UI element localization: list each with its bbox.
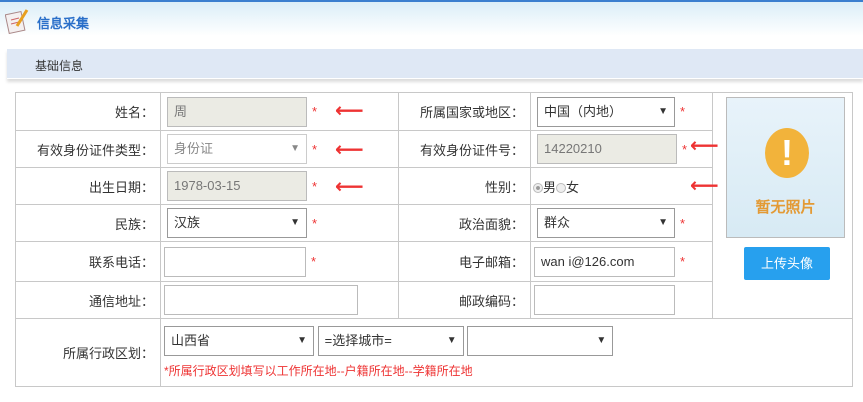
form-edit-icon: [5, 9, 29, 34]
ethnicity-label: 民族：: [15, 204, 161, 242]
header-bar: 信息采集: [0, 0, 863, 36]
postcode-label: 邮政编码：: [398, 281, 531, 319]
dropdown-arrow-icon: ▼: [290, 143, 300, 154]
name-input[interactable]: 周: [167, 96, 307, 127]
district-select[interactable]: ▼: [467, 326, 614, 356]
email-label: 电子邮箱：: [398, 241, 531, 282]
gender-female-radio[interactable]: [556, 183, 567, 194]
dropdown-arrow-icon: ▼: [658, 217, 668, 228]
politics-label: 政治面貌：: [398, 204, 531, 242]
phone-label: 联系电话：: [15, 241, 161, 282]
required-mark: *: [311, 254, 317, 269]
address-label: 通信地址：: [15, 281, 161, 319]
region-label: 所属行政区划：: [15, 318, 161, 387]
address-input[interactable]: [164, 285, 358, 315]
country-value: 中国（内地）: [544, 103, 623, 119]
arrow-left-icon: ⟵: [690, 135, 719, 157]
dropdown-arrow-icon: ▼: [446, 335, 457, 346]
required-mark: *: [682, 141, 688, 157]
dropdown-arrow-icon: ▼: [290, 217, 300, 228]
name-label: 姓名：: [15, 92, 161, 131]
upload-avatar-button[interactable]: 上传头像: [744, 247, 830, 280]
arrow-left-icon: ⟵: [335, 176, 364, 198]
no-photo-text: 暂无照片: [755, 199, 816, 216]
birth-input[interactable]: 1978-03-15: [167, 171, 307, 201]
id-type-label: 有效身份证件类型：: [15, 130, 161, 168]
id-number-input[interactable]: 14220210: [537, 134, 677, 164]
city-value: =选择城市=: [324, 333, 392, 348]
dropdown-arrow-icon: ▼: [297, 335, 307, 346]
gender-male-radio[interactable]: [533, 183, 543, 194]
section-title: 基础信息: [35, 59, 84, 73]
phone-input[interactable]: [164, 246, 306, 277]
gender-label: 性别：: [398, 167, 531, 205]
required-mark: *: [312, 104, 318, 119]
id-number-label: 有效身份证件号：: [398, 130, 531, 168]
province-value: 山西省: [171, 333, 211, 348]
country-label: 所属国家或地区：: [398, 92, 531, 131]
arrow-left-icon: ⟵: [690, 175, 719, 197]
id-type-value: 身份证: [174, 141, 214, 156]
province-select[interactable]: 山西省 ▼: [164, 326, 314, 356]
section-header: 基础信息: [7, 49, 863, 79]
required-mark: *: [312, 215, 318, 231]
arrow-left-icon: ⟵: [335, 100, 364, 122]
country-select[interactable]: 中国（内地） ▼: [537, 96, 675, 127]
required-mark: *: [680, 215, 686, 231]
politics-select[interactable]: 群众 ▼: [537, 208, 675, 238]
photo-placeholder: ! 暂无照片: [726, 97, 845, 238]
page-title: 信息采集: [37, 16, 90, 31]
region-hint: *所属行政区划填写以工作所在地--户籍所在地--学籍所在地: [164, 364, 473, 378]
dropdown-arrow-icon: ▼: [658, 105, 668, 117]
ethnicity-value: 汉族: [174, 215, 201, 230]
id-type-select[interactable]: 身份证 ▼: [167, 134, 307, 164]
required-mark: *: [680, 104, 686, 119]
required-mark: *: [312, 178, 318, 194]
dropdown-arrow-icon: ▼: [596, 335, 607, 346]
birth-label: 出生日期：: [15, 167, 161, 205]
email-input[interactable]: wan i@126.com: [534, 246, 675, 277]
required-mark: *: [312, 141, 318, 157]
required-mark: *: [680, 254, 686, 269]
arrow-left-icon: ⟵: [335, 139, 364, 161]
gender-female-label: 女: [566, 179, 580, 195]
gender-male-label: 男: [543, 179, 557, 195]
ethnicity-select[interactable]: 汉族 ▼: [167, 208, 307, 238]
city-select[interactable]: =选择城市= ▼: [317, 326, 464, 356]
politics-value: 群众: [544, 215, 571, 230]
postcode-input[interactable]: [534, 285, 675, 315]
warning-icon: !: [765, 128, 809, 178]
